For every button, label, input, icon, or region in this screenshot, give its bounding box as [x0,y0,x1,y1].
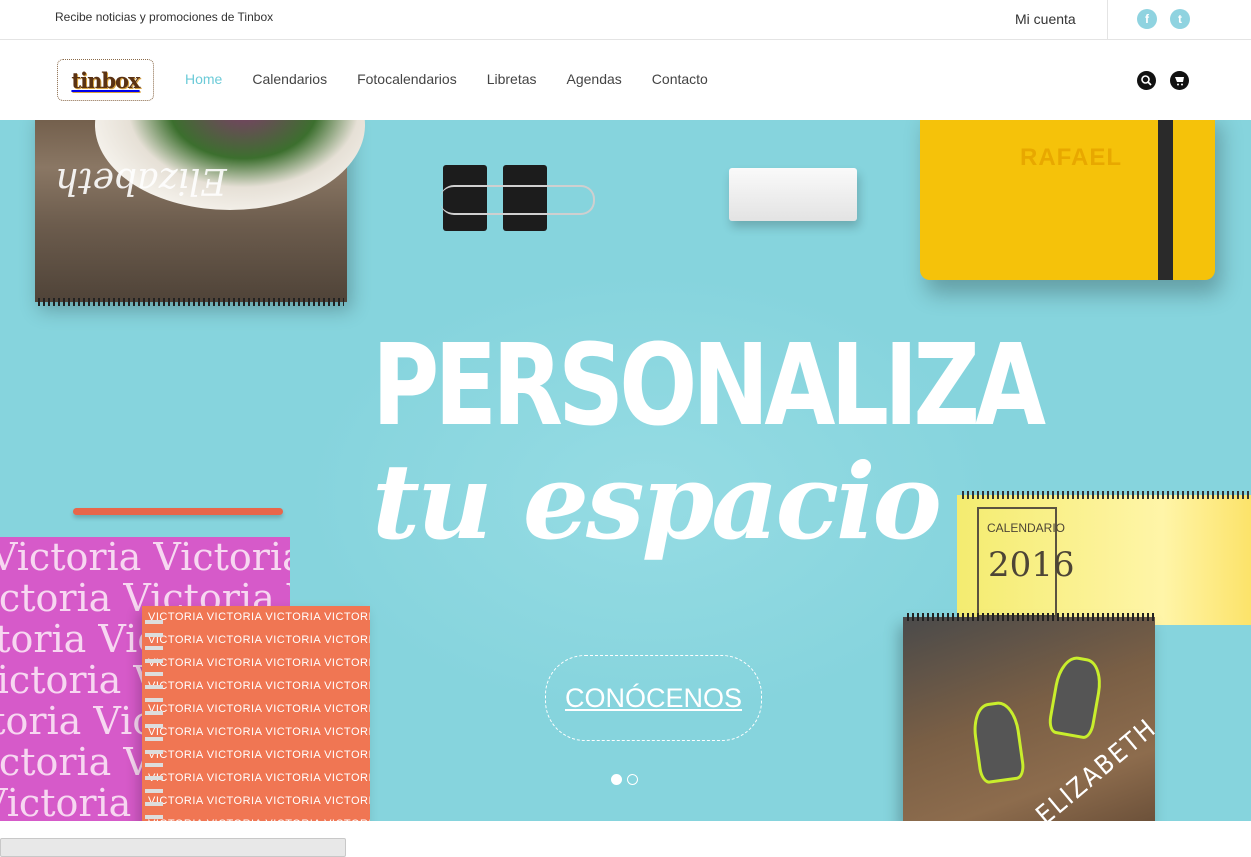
calendar-spiral [962,491,1251,499]
calendar-product-image: Elizabeth [35,120,365,302]
main-header: tinbox Home Calendarios Fotocalendarios … [0,40,1251,120]
search-icon[interactable] [1137,71,1156,90]
orange-notebook-text: VICTORIA VICTORIA VICTORIA VICTORIA [148,749,370,761]
calendar-label: CALENDARIO [987,521,1066,535]
main-nav: Home Calendarios Fotocalendarios Libreta… [185,71,738,87]
orange-notebook-text: VICTORIA VICTORIA VICTORIA VICTORIA [148,703,370,715]
orange-notebook-text: VICTORIA VICTORIA VICTORIA VICTORIA [148,795,370,807]
hero-subline: tu espacio [372,440,942,563]
binder-clip-wire [440,185,595,215]
sneaker-image [969,699,1027,785]
orange-notebook-text: VICTORIA VICTORIA VICTORIA VICTORIA [148,611,370,623]
notebook-rings [145,620,163,820]
cart-icon[interactable] [1170,71,1189,90]
pink-notebook-text: Victoria Victoria Victoria [0,537,290,579]
facebook-icon[interactable]: f [1137,9,1157,29]
slider-dot[interactable] [627,774,638,785]
orange-notebook-image: VICTORIA VICTORIA VICTORIA VICTORIA VICT… [142,606,370,821]
nav-item-home[interactable]: Home [185,71,222,87]
tinbox-logo[interactable]: tinbox [57,59,154,101]
notebook-band [1158,120,1173,280]
orange-notebook-text: VICTORIA VICTORIA VICTORIA VICTORIA [142,813,370,821]
twitter-icon[interactable]: t [1170,9,1190,29]
nav-item-agendas[interactable]: Agendas [567,71,622,87]
promo-text: Recibe noticias y promociones de Tinbox [55,10,274,24]
shoes-calendar-image: ELIZABETH [903,613,1163,821]
nav-item-libretas[interactable]: Libretas [487,71,537,87]
horizontal-scrollbar[interactable] [0,838,346,857]
yellow-notebook-image: RAFAEL [920,120,1215,280]
usb-drive-image [729,168,857,221]
calendar-spiral [907,613,1155,621]
my-account-link[interactable]: Mi cuenta [1015,11,1076,27]
calendar-badge: CALENDARIO 2016 [977,507,1075,617]
calendar-year: 2016 [988,545,1075,585]
hero-slider: Elizabeth RAFAEL Victoria Victoria Victo… [0,120,1251,821]
yellow-calendar-image: CALENDARIO 2016 [957,491,1251,625]
calendar-spiral [38,298,344,306]
orange-notebook-text: VICTORIA VICTORIA VICTORIA VICTORIA [148,634,370,646]
logo-text: tinbox [71,67,140,93]
calendar-name-text: Elizabeth [55,160,227,201]
notebook-name-text: RAFAEL [1020,144,1122,171]
slider-dot-active[interactable] [611,774,622,785]
orange-notebook-text: VICTORIA VICTORIA VICTORIA VICTORIA [148,680,370,692]
pencil-image [73,508,283,515]
orange-notebook-text: VICTORIA VICTORIA VICTORIA VICTORIA [148,657,370,669]
sneaker-image [1046,653,1106,741]
nav-item-fotocalendarios[interactable]: Fotocalendarios [357,71,457,87]
hero-headline: PERSONALIZA [372,321,1046,451]
conocenos-button[interactable]: CONÓCENOS [545,655,762,741]
orange-notebook-text: VICTORIA VICTORIA VICTORIA VICTORIA [148,772,370,784]
orange-notebook-text: VICTORIA VICTORIA VICTORIA VICTORIA [148,726,370,738]
nav-item-calendarios[interactable]: Calendarios [252,71,327,87]
nav-item-contacto[interactable]: Contacto [652,71,708,87]
topbar-divider [1107,0,1108,40]
top-bar: Recibe noticias y promociones de Tinbox … [0,0,1251,40]
